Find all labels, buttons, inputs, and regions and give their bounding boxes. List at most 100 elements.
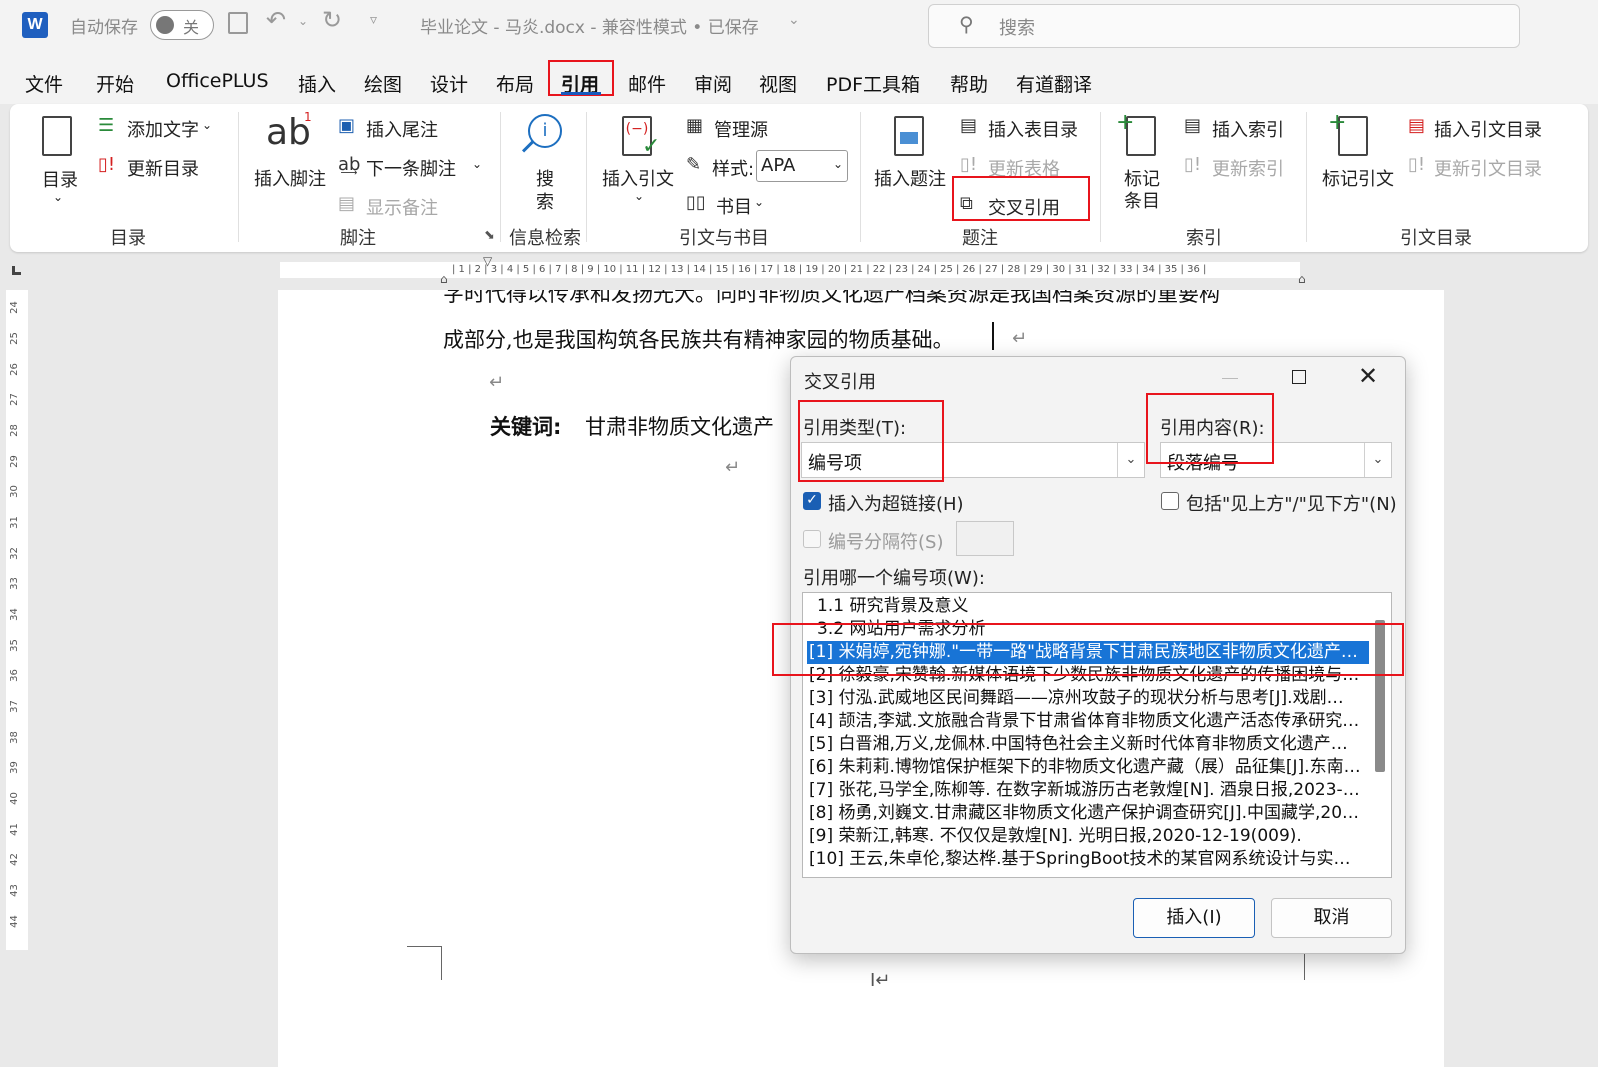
highlight-box-selected-item [772, 623, 1404, 676]
add-text-dropdown-icon[interactable]: ⌄ [202, 118, 212, 132]
highlight-box-ref-type [798, 400, 944, 482]
tab-draw[interactable]: 绘图 [364, 70, 402, 97]
left-indent-marker-icon[interactable]: ⌂ [440, 272, 448, 286]
insert-citation-button[interactable]: 插入引文 [602, 165, 674, 191]
insert-caption-button[interactable]: 插入题注 [874, 165, 946, 191]
mark-citation-button[interactable]: 标记引文 [1322, 165, 1394, 191]
toc-dropdown-icon[interactable]: ⌄ [53, 190, 63, 204]
update-toc-icon: ▯! [98, 154, 116, 175]
next-footnote-icon: a͢b [338, 154, 361, 175]
tab-help[interactable]: 帮助 [950, 70, 988, 97]
show-notes-button[interactable]: 显示备注 [366, 194, 438, 220]
insert-citation-dropdown-icon[interactable]: ⌄ [634, 189, 644, 203]
tab-insert[interactable]: 插入 [298, 70, 336, 97]
group-label-toc: 目录 [110, 228, 146, 249]
insert-footnote-button[interactable]: 插入脚注 [254, 165, 326, 191]
separator-input[interactable] [956, 521, 1014, 556]
paragraph-mark: ↵ [489, 372, 505, 393]
manage-sources-icon: ▦ [686, 115, 704, 136]
autosave-toggle[interactable]: 关 [150, 10, 214, 40]
vruler-number: 32 [8, 547, 20, 560]
bibliography-dropdown-icon[interactable]: ⌄ [754, 195, 764, 209]
next-footnote-button[interactable]: 下一条脚注 [366, 155, 456, 181]
separate-numbers-label: 编号分隔符(S) [828, 532, 944, 553]
manage-sources-button[interactable]: 管理源 [714, 116, 768, 142]
tab-layout[interactable]: 布局 [496, 70, 534, 97]
list-item[interactable]: [3] 付泓.武威地区民间舞蹈——凉州攻鼓子的现状分析与思考[J].戏剧… [807, 687, 1369, 710]
update-index-button[interactable]: 更新索引 [1212, 155, 1284, 181]
tab-file[interactable]: 文件 [25, 70, 63, 97]
autosave-state: 关 [183, 18, 200, 37]
footnote-dialog-launcher-icon[interactable]: ⬊ [484, 228, 495, 243]
tab-pdf-tools[interactable]: PDF工具箱 [826, 70, 920, 97]
insert-toa-button[interactable]: 插入引文目录 [1434, 116, 1542, 142]
insert-endnote-button[interactable]: 插入尾注 [366, 116, 438, 142]
insert-table-of-figures-button[interactable]: 插入表目录 [988, 116, 1078, 142]
toc-button[interactable]: 目录 [42, 166, 78, 192]
undo-dropdown-icon[interactable]: ⌄ [298, 14, 308, 28]
tab-mailings[interactable]: 邮件 [628, 70, 666, 97]
mark-entry-plus-icon: + [1116, 110, 1135, 135]
mark-entry-button-line2[interactable]: 条目 [1124, 187, 1160, 213]
insert-button[interactable]: 插入(I) [1133, 898, 1255, 938]
vruler-number: 34 [8, 608, 20, 621]
list-item[interactable]: [7] 张花,马学全,陈柳等. 在数字新城游历古老敦煌[N]. 酒泉日报,202… [807, 779, 1369, 802]
style-select[interactable]: APA ⌄ [756, 150, 848, 182]
citation-check-icon: ✓ [642, 134, 661, 159]
vruler-number: 38 [8, 731, 20, 744]
list-item[interactable]: [8] 杨勇,刘巍文.甘肃藏区非物质文化遗产保护调查研究[J].中国藏学,20… [807, 802, 1369, 825]
horizontal-ruler[interactable]: | 1 | 2 | 3 | 4 | 5 | 6 | 7 | 8 | 9 | 10… [280, 262, 1300, 278]
tab-selector-icon[interactable] [12, 266, 21, 275]
vruler-number: 40 [8, 792, 20, 805]
tab-review[interactable]: 审阅 [694, 70, 732, 97]
next-footnote-dropdown-icon[interactable]: ⌄ [472, 157, 482, 171]
add-text-button[interactable]: 添加文字 [127, 116, 199, 142]
vruler-number: 35 [8, 639, 20, 652]
insert-hyperlink-checkbox[interactable]: ✓ [803, 492, 821, 510]
keywords-value: 甘肃非物质文化遗产 [585, 415, 774, 439]
list-item[interactable]: [9] 荣新江,韩寒. 不仅仅是敦煌[N]. 光明日报,2020-12-19(0… [807, 825, 1369, 848]
bibliography-button[interactable]: 书目 [716, 193, 752, 219]
title-dropdown-icon[interactable]: ⌄ [788, 12, 800, 28]
separate-numbers-checkbox[interactable] [803, 530, 821, 548]
list-item[interactable]: [4] 颉洁,李斌.文旅融合背景下甘肃省体育非物质文化遗产活态传承研究… [807, 710, 1369, 733]
tab-design[interactable]: 设计 [430, 70, 468, 97]
vruler-number: 43 [8, 884, 20, 897]
dialog-minimize-icon[interactable] [1222, 378, 1238, 379]
right-indent-marker-icon[interactable]: ⌂ [1298, 272, 1306, 286]
style-dropdown-icon: ⌄ [833, 157, 844, 171]
tab-home[interactable]: 开始 [96, 70, 134, 97]
ribbon-separator [860, 112, 861, 242]
page-margin-corner [407, 946, 442, 980]
list-item[interactable]: 1.1 研究背景及意义 [815, 595, 1377, 618]
list-item[interactable]: [10] 王云,朱卓伦,黎达桦.基于SpringBoot技术的某官网系统设计与实… [807, 848, 1369, 871]
ribbon-separator [238, 112, 239, 242]
update-toa-button[interactable]: 更新引文目录 [1434, 155, 1542, 181]
document-title[interactable]: 毕业论文 - 马炎.docx - 兼容性模式 • 已保存 [420, 13, 759, 38]
which-item-label: 引用哪一个编号项(W): [803, 568, 985, 589]
update-toc-button[interactable]: 更新目录 [127, 155, 199, 181]
search-box[interactable]: ⚲ 搜索 [928, 4, 1520, 48]
insert-table-of-figures-icon: ▤ [960, 115, 978, 136]
list-item[interactable]: [6] 朱莉莉.博物馆保护框架下的非物质文化遗产藏（展）品征集[J].东南… [807, 756, 1369, 779]
redo-icon[interactable]: ↻ [322, 6, 342, 34]
customize-toolbar-icon[interactable]: ▿ [370, 12, 377, 28]
undo-icon[interactable]: ↶ [266, 6, 286, 34]
search-research-button-line2[interactable]: 索 [536, 188, 554, 214]
tab-youdao[interactable]: 有道翻译 [1016, 70, 1092, 97]
insert-index-button[interactable]: 插入索引 [1212, 116, 1284, 142]
dialog-maximize-icon[interactable] [1292, 370, 1306, 384]
tab-officeplus[interactable]: OfficePLUS [166, 70, 269, 92]
style-icon: ✎ [686, 154, 702, 175]
dialog-close-icon[interactable]: ✕ [1358, 362, 1378, 390]
vruler-number: 44 [8, 915, 20, 928]
save-icon[interactable] [228, 12, 248, 34]
include-above-below-checkbox[interactable] [1161, 492, 1179, 510]
cancel-button[interactable]: 取消 [1271, 898, 1392, 938]
ribbon-separator [586, 112, 587, 242]
toc-icon [42, 116, 72, 156]
vruler-number: 26 [8, 363, 20, 376]
list-item[interactable]: [5] 白晋湘,万义,龙佩林.中国特色社会主义新时代体育非物质文化遗产… [807, 733, 1369, 756]
tab-view[interactable]: 视图 [759, 70, 797, 97]
first-line-indent-marker-icon[interactable]: ▽ [483, 254, 492, 268]
